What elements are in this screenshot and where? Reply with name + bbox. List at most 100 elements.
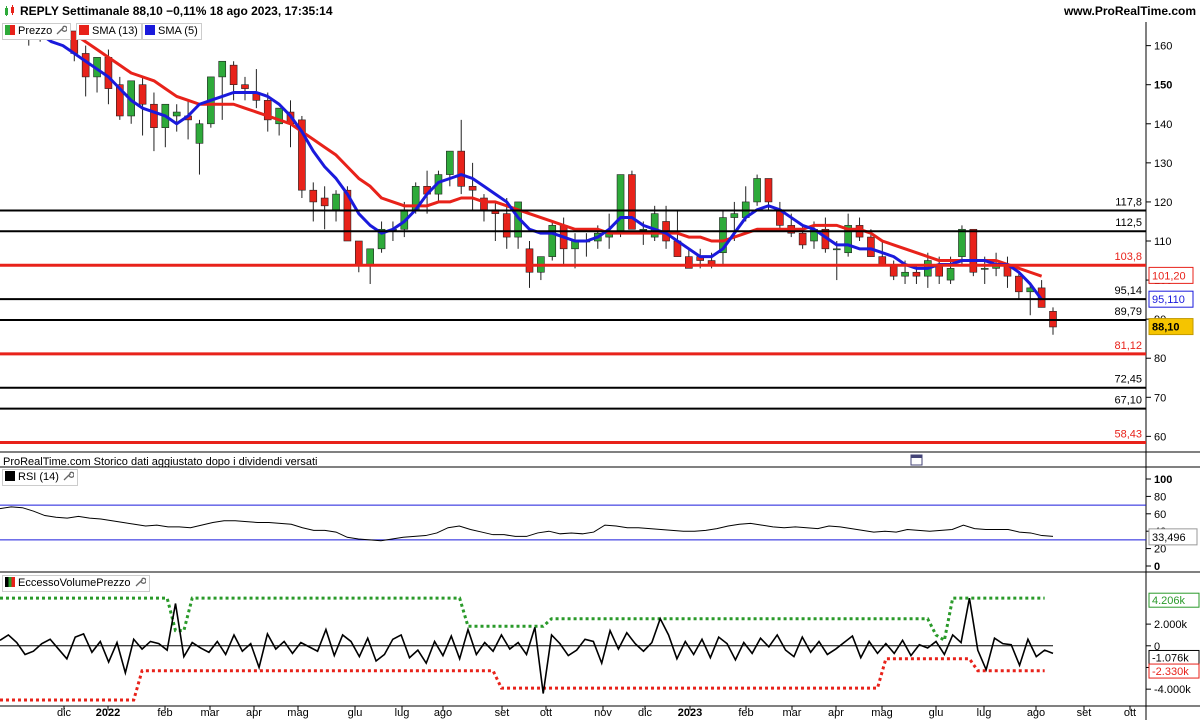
candle (138, 84, 147, 105)
vol-lower-badge: -2.330k (1152, 666, 1189, 678)
x-tick-label: apr (246, 707, 262, 719)
candle (218, 60, 227, 78)
candle (229, 64, 238, 86)
candle (958, 228, 966, 257)
candle (798, 232, 807, 246)
candle (172, 111, 181, 117)
lower-threshold-line (0, 657, 1045, 702)
x-tick-label: feb (157, 707, 172, 719)
rsi-y-tick-label: 80 (1154, 491, 1166, 503)
wrench-icon[interactable] (134, 576, 146, 588)
legend-price[interactable]: Prezzo (2, 23, 72, 40)
y-tick-label: 160 (1154, 41, 1172, 53)
sma13-swatch-icon (79, 25, 89, 35)
y-tick-label: 80 (1154, 353, 1166, 365)
candle (753, 178, 761, 203)
vol-y-tick-label: 2.000k (1154, 619, 1188, 631)
rsi-swatch-icon (5, 471, 15, 481)
candle (354, 240, 363, 265)
legend-sma5-label: SMA (5) (158, 25, 198, 37)
rsi-y-tick-label: 0 (1154, 561, 1160, 573)
y-tick-label: 60 (1154, 431, 1166, 443)
candle (764, 178, 773, 203)
candle (878, 256, 887, 265)
price-value-badge: 88,10 (1152, 322, 1180, 334)
support-level-label: 103,8 (1114, 251, 1142, 263)
candle (81, 53, 90, 78)
price-swatch-icon (5, 25, 15, 35)
rsi-line (0, 506, 1054, 542)
x-tick-label: 2022 (96, 707, 120, 719)
sma5-swatch-icon (145, 25, 155, 35)
y-tick-label: 110 (1154, 236, 1172, 248)
candle (616, 174, 625, 234)
support-level-label: 117,8 (1115, 197, 1142, 209)
vol-main-badge: -1.076k (1152, 652, 1189, 664)
x-tick-label: set (1077, 707, 1092, 719)
vol-upper-badge: 4.206k (1152, 595, 1186, 607)
support-level-label: 58,43 (1114, 429, 1142, 441)
candle (150, 103, 158, 128)
chart-canvas[interactable]: 60708090100110120130140150160117,8112,51… (0, 0, 1200, 720)
volume-swatch-icon (5, 577, 15, 587)
candle (912, 271, 921, 277)
x-tick-label: ott (1124, 707, 1136, 719)
x-tick-label: apr (828, 707, 844, 719)
candle (832, 248, 841, 251)
y-tick-label: 130 (1154, 158, 1172, 170)
support-level-label: 89,79 (1114, 306, 1142, 318)
support-level-label: 112,5 (1115, 217, 1142, 229)
legend-sma13-label: SMA (13) (92, 25, 138, 37)
support-level-label: 67,10 (1114, 395, 1142, 407)
candle (195, 123, 204, 144)
candle (867, 236, 875, 257)
rsi-value-badge: 33,496 (1152, 532, 1186, 544)
candle (1015, 275, 1023, 293)
rsi-y-tick-label: 60 (1154, 509, 1166, 521)
candle (309, 189, 318, 203)
x-tick-label: lug (395, 707, 410, 719)
x-tick-label: mar (201, 707, 220, 719)
support-level-label: 72,45 (1114, 374, 1142, 386)
wrench-icon[interactable] (62, 470, 74, 482)
x-tick-label: dic (57, 707, 72, 719)
candle (332, 193, 340, 211)
y-tick-label: 70 (1154, 392, 1166, 404)
legend-price-label: Prezzo (18, 25, 53, 37)
x-tick-label: set (495, 707, 510, 719)
candle (946, 268, 955, 281)
legend-sma5[interactable]: SMA (5) (142, 23, 202, 40)
x-tick-label: lug (977, 707, 992, 719)
x-tick-label: ott (540, 707, 552, 719)
candle (980, 268, 989, 270)
upper-threshold-line (0, 596, 1045, 643)
candle (104, 57, 113, 89)
candle (548, 225, 557, 257)
wrench-icon[interactable] (55, 24, 68, 36)
rsi-y-tick-label: 20 (1154, 544, 1166, 556)
x-tick-label: mag (871, 707, 892, 719)
sma13-value-badge: 101,20 (1152, 270, 1186, 282)
candle (468, 185, 477, 191)
data-note: ProRealTime.com Storico dati aggiustato … (3, 456, 318, 468)
vol-y-tick-label: -4.000k (1154, 684, 1191, 696)
sma5-value-badge: 95,110 (1152, 294, 1185, 306)
candle (525, 248, 534, 273)
candle (639, 228, 648, 231)
rsi-y-tick-label: 100 (1154, 474, 1172, 486)
legend-rsi-label: RSI (14) (18, 471, 59, 483)
x-tick-label: giu (348, 707, 363, 719)
y-tick-label: 120 (1154, 197, 1172, 209)
x-tick-label: 2023 (678, 707, 702, 719)
legend-rsi[interactable]: RSI (14) (2, 469, 78, 486)
candle (241, 84, 249, 89)
legend-volume-label: EccessoVolumePrezzo (18, 577, 131, 589)
legend-volume[interactable]: EccessoVolumePrezzo (2, 575, 150, 592)
candle (901, 271, 909, 277)
legend-sma13[interactable]: SMA (13) (76, 23, 142, 40)
x-tick-label: ago (1027, 707, 1045, 719)
candle (320, 197, 329, 207)
x-tick-label: ago (434, 707, 452, 719)
calendar-icon (910, 454, 923, 466)
candle (730, 213, 739, 218)
